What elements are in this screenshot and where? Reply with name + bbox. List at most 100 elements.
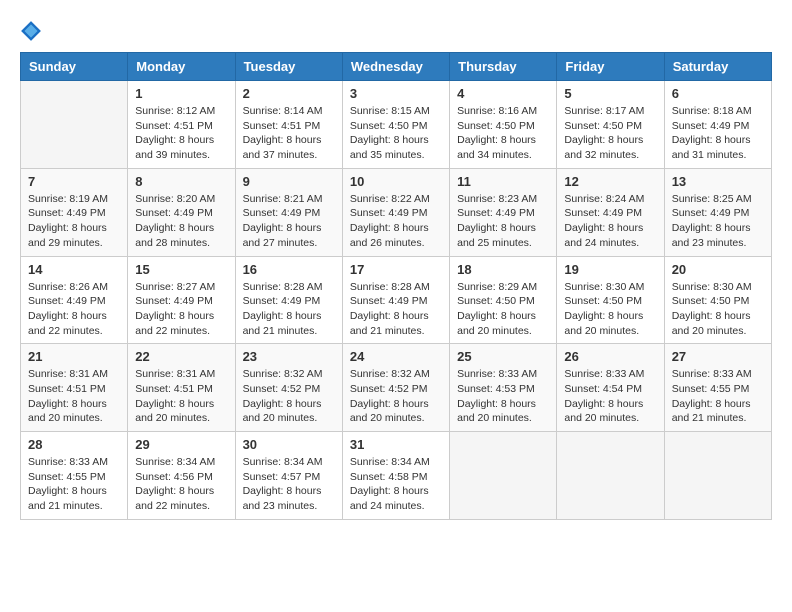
daylight-text: Daylight: 8 hours and 34 minutes.: [457, 134, 536, 161]
calendar-cell: [557, 432, 664, 520]
daylight-text: Daylight: 8 hours and 23 minutes.: [243, 485, 322, 512]
sunrise-text: Sunrise: 8:28 AM: [350, 281, 430, 293]
calendar-header-row: SundayMondayTuesdayWednesdayThursdayFrid…: [21, 53, 772, 81]
calendar-cell: 26Sunrise: 8:33 AMSunset: 4:54 PMDayligh…: [557, 344, 664, 432]
daylight-text: Daylight: 8 hours and 22 minutes.: [135, 485, 214, 512]
sunrise-text: Sunrise: 8:16 AM: [457, 105, 537, 117]
calendar-header-wednesday: Wednesday: [342, 53, 449, 81]
calendar-cell: 1Sunrise: 8:12 AMSunset: 4:51 PMDaylight…: [128, 81, 235, 169]
sunset-text: Sunset: 4:49 PM: [457, 207, 535, 219]
sunrise-text: Sunrise: 8:24 AM: [564, 193, 644, 205]
sunset-text: Sunset: 4:49 PM: [28, 207, 106, 219]
sunrise-text: Sunrise: 8:27 AM: [135, 281, 215, 293]
calendar-row: 1Sunrise: 8:12 AMSunset: 4:51 PMDaylight…: [21, 81, 772, 169]
day-info: Sunrise: 8:32 AMSunset: 4:52 PMDaylight:…: [243, 367, 335, 426]
day-number: 8: [135, 174, 227, 189]
calendar-header-thursday: Thursday: [450, 53, 557, 81]
daylight-text: Daylight: 8 hours and 26 minutes.: [350, 222, 429, 249]
daylight-text: Daylight: 8 hours and 24 minutes.: [564, 222, 643, 249]
sunset-text: Sunset: 4:50 PM: [350, 120, 428, 132]
daylight-text: Daylight: 8 hours and 32 minutes.: [564, 134, 643, 161]
day-number: 15: [135, 262, 227, 277]
day-info: Sunrise: 8:33 AMSunset: 4:55 PMDaylight:…: [28, 455, 120, 514]
calendar-cell: 31Sunrise: 8:34 AMSunset: 4:58 PMDayligh…: [342, 432, 449, 520]
sunrise-text: Sunrise: 8:31 AM: [28, 368, 108, 380]
sunset-text: Sunset: 4:49 PM: [672, 207, 750, 219]
sunrise-text: Sunrise: 8:33 AM: [564, 368, 644, 380]
calendar-cell: [450, 432, 557, 520]
sunset-text: Sunset: 4:55 PM: [672, 383, 750, 395]
day-number: 27: [672, 349, 764, 364]
day-number: 5: [564, 86, 656, 101]
calendar-cell: 13 Sunrise: 8:25 AMSunset: 4:49 PMDayligh…: [664, 168, 771, 256]
sunrise-text: Sunrise: 8:30 AM: [672, 281, 752, 293]
calendar-row: 21Sunrise: 8:31 AMSunset: 4:51 PMDayligh…: [21, 344, 772, 432]
day-number: 29: [135, 437, 227, 452]
calendar-cell: 4Sunrise: 8:16 AMSunset: 4:50 PMDaylight…: [450, 81, 557, 169]
daylight-text: Daylight: 8 hours and 20 minutes.: [243, 398, 322, 425]
sunrise-text: Sunrise: 8:17 AM: [564, 105, 644, 117]
daylight-text: Daylight: 8 hours and 37 minutes.: [243, 134, 322, 161]
daylight-text: Daylight: 8 hours and 21 minutes.: [243, 310, 322, 337]
day-info: Sunrise: 8:31 AMSunset: 4:51 PMDaylight:…: [28, 367, 120, 426]
sunset-text: Sunset: 4:49 PM: [350, 295, 428, 307]
calendar-header-monday: Monday: [128, 53, 235, 81]
daylight-text: Daylight: 8 hours and 28 minutes.: [135, 222, 214, 249]
sunrise-text: Sunrise: 8:12 AM: [135, 105, 215, 117]
calendar-cell: 6 Sunrise: 8:18 AMSunset: 4:49 PMDaylight…: [664, 81, 771, 169]
day-number: 6: [672, 86, 764, 101]
sunrise-text: Sunrise: 8:33 AM: [28, 456, 108, 468]
sunset-text: Sunset: 4:51 PM: [28, 383, 106, 395]
daylight-text: Daylight: 8 hours and 20 minutes.: [135, 398, 214, 425]
day-info: Sunrise: 8:25 AMSunset: 4:49 PMDaylight:…: [672, 192, 764, 251]
day-info: Sunrise: 8:34 AMSunset: 4:57 PMDaylight:…: [243, 455, 335, 514]
day-number: 22: [135, 349, 227, 364]
day-number: 23: [243, 349, 335, 364]
logo: [20, 20, 46, 42]
sunset-text: Sunset: 4:49 PM: [28, 295, 106, 307]
day-info: Sunrise: 8:24 AMSunset: 4:49 PMDaylight:…: [564, 192, 656, 251]
daylight-text: Daylight: 8 hours and 22 minutes.: [135, 310, 214, 337]
day-number: 25: [457, 349, 549, 364]
day-number: 13: [672, 174, 764, 189]
daylight-text: Daylight: 8 hours and 23 minutes.: [672, 222, 751, 249]
sunset-text: Sunset: 4:49 PM: [243, 295, 321, 307]
sunset-text: Sunset: 4:54 PM: [564, 383, 642, 395]
day-number: 11: [457, 174, 549, 189]
sunset-text: Sunset: 4:49 PM: [672, 120, 750, 132]
sunrise-text: Sunrise: 8:29 AM: [457, 281, 537, 293]
sunrise-text: Sunrise: 8:33 AM: [457, 368, 537, 380]
day-number: 2: [243, 86, 335, 101]
calendar-cell: 2Sunrise: 8:14 AMSunset: 4:51 PMDaylight…: [235, 81, 342, 169]
daylight-text: Daylight: 8 hours and 27 minutes.: [243, 222, 322, 249]
sunrise-text: Sunrise: 8:23 AM: [457, 193, 537, 205]
day-info: Sunrise: 8:15 AMSunset: 4:50 PMDaylight:…: [350, 104, 442, 163]
day-info: Sunrise: 8:28 AMSunset: 4:49 PMDaylight:…: [243, 280, 335, 339]
daylight-text: Daylight: 8 hours and 24 minutes.: [350, 485, 429, 512]
sunset-text: Sunset: 4:49 PM: [243, 207, 321, 219]
daylight-text: Daylight: 8 hours and 21 minutes.: [28, 485, 107, 512]
calendar-cell: 27Sunrise: 8:33 AMSunset: 4:55 PMDayligh…: [664, 344, 771, 432]
sunrise-text: Sunrise: 8:32 AM: [243, 368, 323, 380]
sunset-text: Sunset: 4:50 PM: [457, 295, 535, 307]
daylight-text: Daylight: 8 hours and 20 minutes.: [350, 398, 429, 425]
day-info: Sunrise: 8:19 AMSunset: 4:49 PMDaylight:…: [28, 192, 120, 251]
daylight-text: Daylight: 8 hours and 31 minutes.: [672, 134, 751, 161]
calendar-cell: 10Sunrise: 8:22 AMSunset: 4:49 PMDayligh…: [342, 168, 449, 256]
sunrise-text: Sunrise: 8:34 AM: [350, 456, 430, 468]
sunrise-text: Sunrise: 8:31 AM: [135, 368, 215, 380]
day-info: Sunrise: 8:33 AMSunset: 4:54 PMDaylight:…: [564, 367, 656, 426]
sunset-text: Sunset: 4:58 PM: [350, 471, 428, 483]
sunrise-text: Sunrise: 8:26 AM: [28, 281, 108, 293]
day-number: 17: [350, 262, 442, 277]
day-info: Sunrise: 8:27 AMSunset: 4:49 PMDaylight:…: [135, 280, 227, 339]
sunset-text: Sunset: 4:50 PM: [672, 295, 750, 307]
day-info: Sunrise: 8:31 AMSunset: 4:51 PMDaylight:…: [135, 367, 227, 426]
day-info: Sunrise: 8:29 AMSunset: 4:50 PMDaylight:…: [457, 280, 549, 339]
calendar-cell: 15 Sunrise: 8:27 AMSunset: 4:49 PMDayligh…: [128, 256, 235, 344]
calendar-cell: [21, 81, 128, 169]
day-info: Sunrise: 8:18 AMSunset: 4:49 PMDaylight:…: [672, 104, 764, 163]
calendar-cell: 25Sunrise: 8:33 AMSunset: 4:53 PMDayligh…: [450, 344, 557, 432]
sunrise-text: Sunrise: 8:21 AM: [243, 193, 323, 205]
calendar-cell: 3Sunrise: 8:15 AMSunset: 4:50 PMDaylight…: [342, 81, 449, 169]
